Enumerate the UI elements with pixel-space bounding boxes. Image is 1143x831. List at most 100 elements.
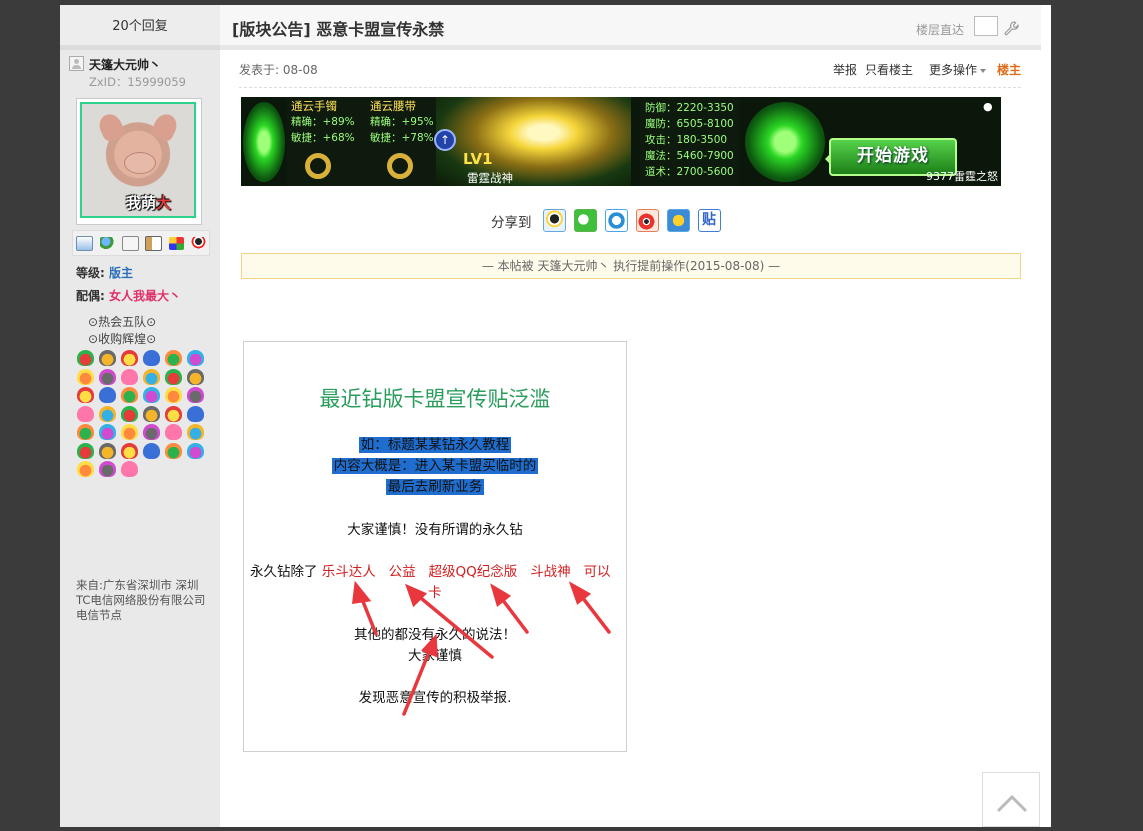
medal-icon[interactable] xyxy=(187,442,204,459)
qq-share-icon[interactable] xyxy=(542,209,566,232)
medal-icon[interactable] xyxy=(121,368,138,385)
medal-grid xyxy=(77,350,209,480)
author-name-row: 天篷大元帅丶 ZxID：15999059 xyxy=(60,50,220,89)
medal-icon[interactable] xyxy=(121,424,138,440)
only-owner-link[interactable]: 只看楼主 xyxy=(865,61,913,78)
game-banner-ad[interactable]: 通云手镯 精确：+89% 敏捷：+68% 通云腰带 精确：+95% 敏捷：+78… xyxy=(241,97,1001,186)
medal-icon[interactable] xyxy=(143,442,160,459)
floor-jump-label: 楼层直达 xyxy=(916,23,965,37)
search-icon[interactable] xyxy=(121,235,139,251)
medal-icon[interactable] xyxy=(77,424,94,440)
medal-icon[interactable] xyxy=(99,461,116,477)
medal-icon[interactable] xyxy=(77,387,94,403)
arrow-5-head xyxy=(421,633,438,658)
medal-icon[interactable] xyxy=(143,387,160,403)
banner-level: LV1 xyxy=(463,150,493,168)
medal-icon[interactable] xyxy=(187,405,204,422)
gem-right xyxy=(745,102,825,182)
banner-hero-art xyxy=(436,97,631,186)
add-friend-icon[interactable] xyxy=(99,236,115,250)
medal-icon[interactable] xyxy=(99,424,116,440)
banner-item-title: 通云手镯 xyxy=(291,99,337,113)
qzone-share-icon[interactable] xyxy=(604,209,628,232)
author-location: 来自:广东省深圳市 深圳TC电信网络股份有限公司电信节点 xyxy=(76,578,206,622)
moderation-notice: — 本帖被 天篷大元帅丶 执行提前操作(2015-08-08) — xyxy=(241,253,1021,279)
tieba-share-icon[interactable]: 贴 xyxy=(697,209,721,232)
avatar[interactable]: 我萌大 xyxy=(80,102,196,218)
medal-icon[interactable] xyxy=(187,387,204,403)
medal-icon[interactable] xyxy=(187,368,204,385)
medal-icon[interactable] xyxy=(165,387,182,403)
author-level: 等级: 版主 xyxy=(76,266,134,280)
arrow-2-head xyxy=(405,583,428,608)
report-link[interactable]: 举报 xyxy=(833,61,857,78)
post-title: [版块公告] 恶意卡盟宣传永禁 xyxy=(232,20,445,39)
author-name[interactable]: 天篷大元帅丶 xyxy=(89,56,161,73)
group-item[interactable]: ⊙收购辉煌⊙ xyxy=(88,330,156,347)
level-value[interactable]: 版主 xyxy=(109,266,133,280)
banner-hero-name: 雷霆战神 xyxy=(467,171,513,185)
weibo-share-icon[interactable] xyxy=(635,209,659,232)
post-meta: 发表于: 08-08 举报 只看楼主 更多操作 楼主 xyxy=(239,61,1021,88)
paw-icon: ● xyxy=(983,100,993,113)
medal-icon[interactable] xyxy=(165,405,182,422)
medal-icon[interactable] xyxy=(77,368,94,385)
medal-icon[interactable] xyxy=(165,368,182,385)
medal-icon[interactable] xyxy=(121,387,138,403)
belt-icon xyxy=(387,153,413,179)
medal-icon[interactable] xyxy=(143,368,160,385)
banner-brand: 9377雷霆之怒 xyxy=(926,170,998,183)
medal-icon[interactable] xyxy=(99,387,116,403)
post-actions: 举报 只看楼主 更多操作 楼主 xyxy=(825,61,1021,78)
banner-item-title: 通云腰带 xyxy=(370,99,416,113)
medal-icon[interactable] xyxy=(187,424,204,440)
share-label: 分享到 xyxy=(491,214,532,231)
user-icon xyxy=(69,56,84,71)
medal-icon[interactable] xyxy=(77,461,94,477)
medal-icon[interactable] xyxy=(143,405,160,422)
profile-card-icon[interactable] xyxy=(145,235,163,251)
medal-icon[interactable] xyxy=(77,350,94,366)
favorite-star-icon[interactable] xyxy=(666,209,690,232)
wrench-icon[interactable] xyxy=(1004,21,1019,36)
gem-left xyxy=(243,102,285,182)
page-container: 20个回复 天篷大元帅丶 ZxID：15999059 我萌大 等级: 版主 配偶… xyxy=(60,5,1051,827)
medal-icon[interactable] xyxy=(77,405,94,422)
medal-icon[interactable] xyxy=(77,442,94,459)
medal-icon[interactable] xyxy=(143,350,160,366)
medal-icon[interactable] xyxy=(99,405,116,422)
avatar-frame[interactable]: 我萌大 xyxy=(76,98,202,225)
group-item[interactable]: ⊙热会五队⊙ xyxy=(88,313,156,330)
mail-icon[interactable] xyxy=(76,235,94,251)
ring-icon xyxy=(305,153,331,179)
spouse-value[interactable]: 女人我最大丶 xyxy=(109,289,181,303)
medal-icon[interactable] xyxy=(99,350,116,366)
chevron-down-icon xyxy=(979,68,986,73)
scroll-top-button[interactable] xyxy=(982,772,1040,827)
medal-icon[interactable] xyxy=(165,350,182,366)
arrow-1-head xyxy=(351,580,372,605)
medal-icon[interactable] xyxy=(121,442,138,459)
post-date: 发表于: 08-08 xyxy=(239,63,318,77)
red-arrows-overlay xyxy=(351,580,611,716)
medal-icon[interactable] xyxy=(187,350,204,366)
owner-badge: 楼主 xyxy=(996,63,1021,77)
medal-icon[interactable] xyxy=(165,442,182,459)
qq-icon[interactable] xyxy=(190,236,206,250)
medal-icon[interactable] xyxy=(99,368,116,385)
medal-icon[interactable] xyxy=(121,461,138,477)
arrow-up-icon: ↑ xyxy=(434,129,456,151)
post-image: 最近钻版卡盟宣传贴泛滥 如：标题某某钻永久教程 内容大概是：进入某卡盟买临时的 … xyxy=(243,341,627,752)
blocks-icon[interactable] xyxy=(168,236,184,250)
medal-icon[interactable] xyxy=(99,442,116,459)
medal-icon[interactable] xyxy=(121,405,138,422)
medal-icon[interactable] xyxy=(121,350,138,366)
wechat-share-icon[interactable] xyxy=(573,209,597,232)
medal-icon[interactable] xyxy=(165,424,182,440)
share-bar: 分享到 贴 xyxy=(491,209,729,232)
floor-jump-input[interactable] xyxy=(974,16,998,36)
medal-icon[interactable] xyxy=(143,424,160,440)
author-spouse: 配偶: 女人我最大丶 xyxy=(76,289,182,303)
more-actions-dropdown[interactable]: 更多操作 xyxy=(921,61,986,78)
author-sidebar: 20个回复 天篷大元帅丶 ZxID：15999059 我萌大 等级: 版主 配偶… xyxy=(60,5,220,827)
